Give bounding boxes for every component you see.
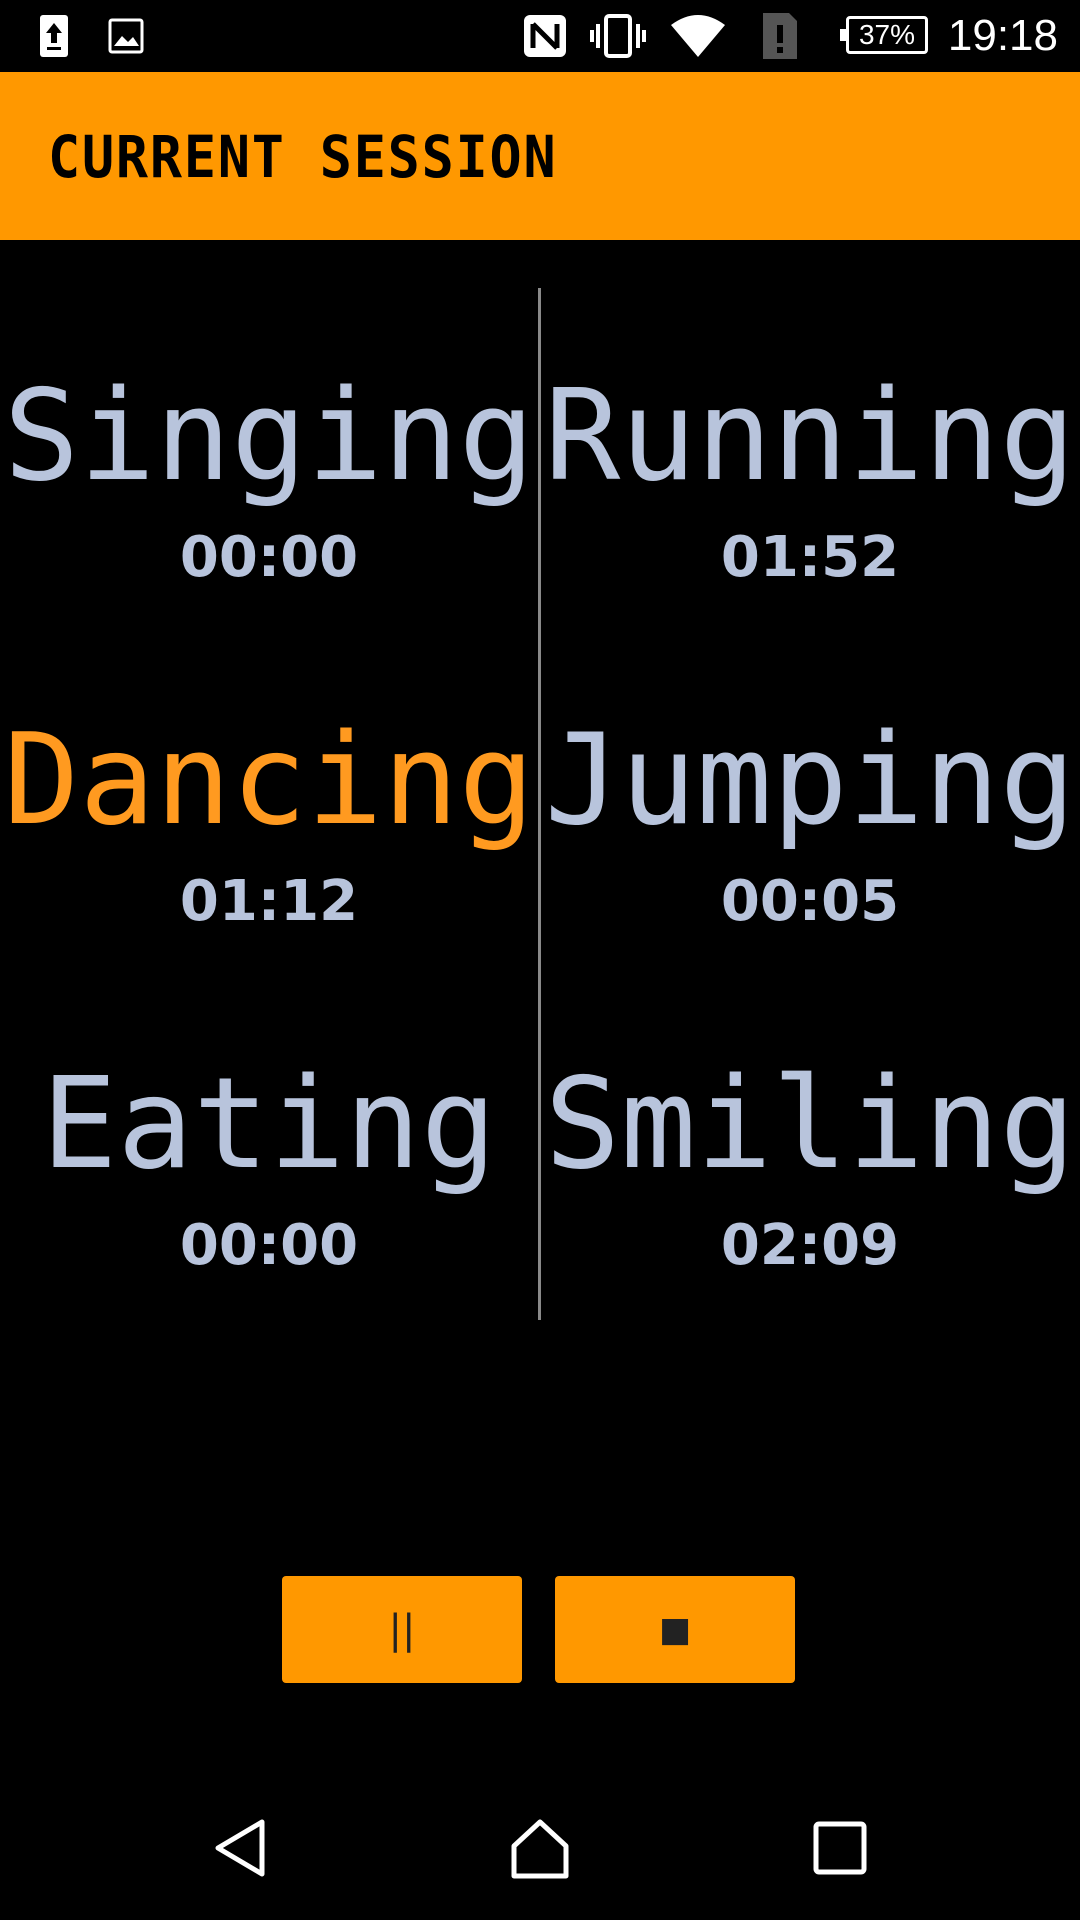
stop-button[interactable]: ■ — [555, 1576, 795, 1683]
pause-icon: || — [388, 1606, 416, 1653]
image-icon — [106, 12, 146, 60]
home-icon[interactable] — [508, 1816, 572, 1880]
pause-button[interactable]: || — [282, 1576, 522, 1683]
nfc-icon — [520, 12, 570, 60]
grid-divider — [538, 288, 541, 1320]
activity-tile-eating[interactable]: Eating 00:00 — [0, 976, 538, 1320]
sim-alert-icon — [760, 12, 800, 60]
page-title: CURRENT SESSION — [48, 123, 558, 191]
back-icon[interactable] — [208, 1816, 272, 1880]
activity-timer: 01:12 — [179, 869, 359, 934]
battery-icon: 37% — [840, 16, 928, 54]
activity-name: Jumping — [544, 706, 1076, 853]
upload-icon — [36, 12, 72, 60]
activity-timer: 02:09 — [720, 1213, 900, 1278]
activity-tile-jumping[interactable]: Jumping 00:05 — [541, 632, 1079, 976]
activity-name: Eating — [41, 1050, 497, 1197]
status-bar: 37% 19:18 — [0, 0, 1080, 72]
activity-tile-singing[interactable]: Singing 00:00 — [0, 288, 538, 632]
activity-tile-dancing[interactable]: Dancing 01:12 — [0, 632, 538, 976]
clock: 19:18 — [947, 11, 1058, 60]
recents-icon[interactable] — [808, 1816, 872, 1880]
activity-timer: 00:05 — [720, 869, 900, 934]
activity-timer: 01:52 — [720, 525, 900, 590]
navigation-bar — [0, 1776, 1080, 1920]
vibrate-icon — [590, 12, 646, 60]
activity-name: Dancing — [3, 706, 535, 853]
activity-name: Singing — [3, 362, 535, 509]
activity-name: Smiling — [544, 1050, 1076, 1197]
activity-timer: 00:00 — [179, 525, 359, 590]
wifi-icon — [668, 12, 728, 60]
activity-timer: 00:00 — [179, 1213, 359, 1278]
battery-level: 37% — [858, 19, 916, 50]
stop-icon: ■ — [658, 1609, 692, 1650]
activity-tile-smiling[interactable]: Smiling 02:09 — [541, 976, 1079, 1320]
app-bar: CURRENT SESSION — [0, 72, 1080, 240]
activity-name: Running — [544, 362, 1076, 509]
activity-tile-running[interactable]: Running 01:52 — [541, 288, 1079, 632]
